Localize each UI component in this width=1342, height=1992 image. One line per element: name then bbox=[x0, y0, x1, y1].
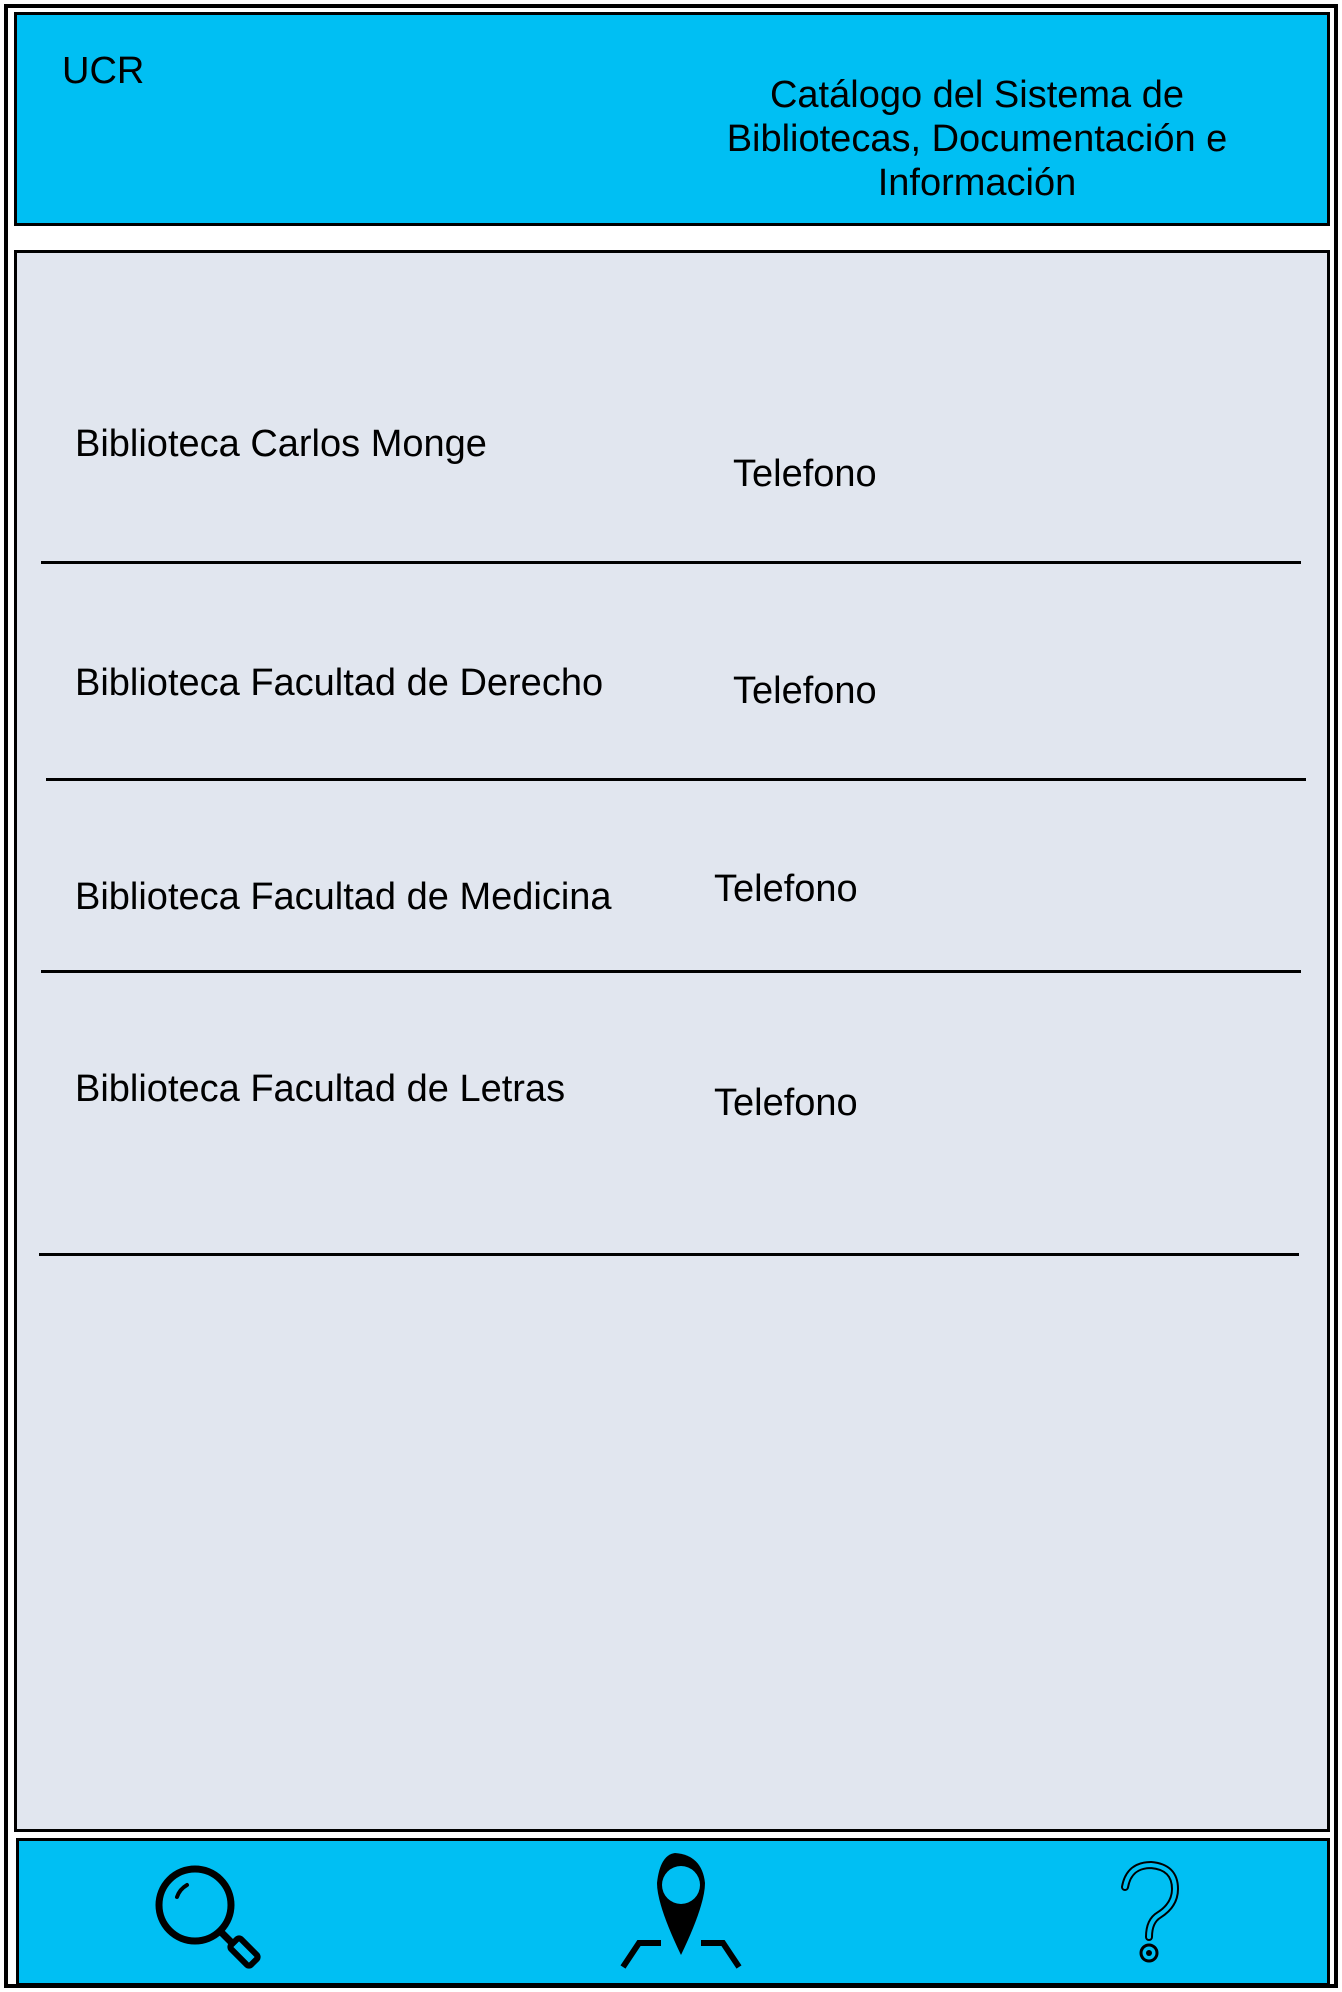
library-name[interactable]: Biblioteca Carlos Monge bbox=[75, 423, 487, 466]
brand-label: UCR bbox=[62, 50, 145, 92]
library-phone[interactable]: Telefono bbox=[733, 453, 877, 496]
search-button[interactable] bbox=[153, 1861, 263, 1971]
bottom-nav bbox=[16, 1838, 1330, 1986]
page-title: Catálogo del Sistema de Bibliotecas, Doc… bbox=[726, 74, 1228, 204]
library-phone[interactable]: Telefono bbox=[714, 868, 858, 911]
list-divider bbox=[41, 561, 1301, 564]
library-list: Biblioteca Carlos Monge Telefono Bibliot… bbox=[14, 250, 1330, 1832]
help-button[interactable] bbox=[1109, 1859, 1189, 1969]
library-name[interactable]: Biblioteca Facultad de Medicina bbox=[75, 876, 612, 919]
list-divider bbox=[46, 778, 1306, 781]
library-name[interactable]: Biblioteca Facultad de Derecho bbox=[75, 662, 603, 705]
list-divider bbox=[41, 970, 1301, 973]
locations-button[interactable] bbox=[619, 1849, 745, 1977]
library-phone[interactable]: Telefono bbox=[714, 1082, 858, 1125]
library-name[interactable]: Biblioteca Facultad de Letras bbox=[75, 1068, 565, 1111]
list-divider bbox=[39, 1253, 1299, 1256]
app-header: UCR Catálogo del Sistema de Bibliotecas,… bbox=[14, 12, 1330, 226]
library-phone[interactable]: Telefono bbox=[733, 670, 877, 713]
map-pin-icon bbox=[620, 1853, 742, 1969]
search-icon bbox=[155, 1865, 261, 1969]
help-icon bbox=[1121, 1860, 1180, 1963]
